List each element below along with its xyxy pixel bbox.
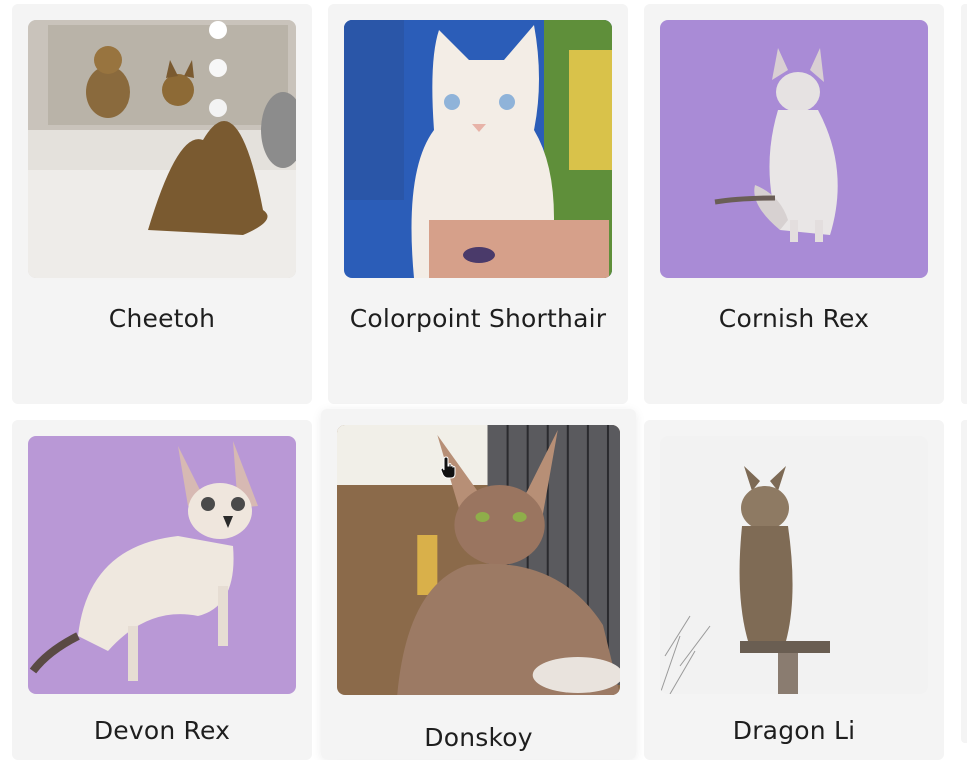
breed-card-colorpoint-shorthair[interactable]: Colorpoint Shorthair — [328, 4, 628, 404]
breed-card-cornish-rex[interactable]: Cornish Rex — [644, 4, 944, 404]
breed-card-donskoy[interactable]: Donskoy — [321, 409, 636, 759]
next-card-edge — [961, 420, 967, 743]
breed-photo-cheetoh[interactable] — [28, 20, 296, 278]
breed-photo-colorpoint-shorthair[interactable] — [344, 20, 612, 278]
next-card-edge — [961, 4, 967, 404]
breed-name: Donskoy — [424, 723, 533, 752]
hand-pointer-cursor-icon — [440, 456, 456, 479]
breed-photo-devon-rex[interactable] — [28, 436, 296, 694]
breed-photo-cornish-rex[interactable] — [660, 20, 928, 278]
breed-card-cheetoh[interactable]: Cheetoh — [12, 4, 312, 404]
breed-photo-dragon-li[interactable] — [660, 436, 928, 694]
breed-name: Cheetoh — [108, 304, 216, 333]
breed-photo-donskoy[interactable] — [337, 425, 620, 695]
breed-card-dragon-li[interactable]: Dragon Li — [644, 420, 944, 760]
breed-card-devon-rex[interactable]: Devon Rex — [12, 420, 312, 760]
breed-name: Devon Rex — [93, 716, 231, 745]
breed-name: Cornish Rex — [718, 304, 870, 333]
breed-name: Dragon Li — [732, 716, 856, 745]
breed-name: Colorpoint Shorthair — [349, 304, 607, 333]
